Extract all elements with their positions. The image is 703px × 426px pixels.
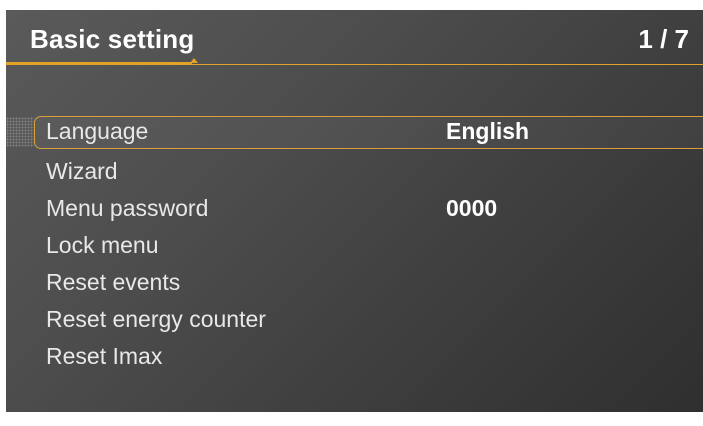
menu-item-label: Reset events	[46, 269, 181, 295]
menu-item-wizard[interactable]: Wizard	[6, 153, 703, 190]
menu-item-label: Reset Imax	[46, 343, 163, 369]
header: Basic setting 1 / 7	[6, 10, 703, 64]
settings-menu: Language English Wizard Menu password 00…	[6, 116, 703, 375]
menu-item-menu-password[interactable]: Menu password 0000	[6, 190, 703, 227]
menu-item-value: 0000	[446, 195, 498, 221]
selection-marker	[6, 117, 34, 147]
menu-item-reset-imax[interactable]: Reset Imax	[6, 338, 703, 375]
menu-item-reset-events[interactable]: Reset events	[6, 264, 703, 301]
menu-item-reset-energy-counter[interactable]: Reset energy counter	[6, 301, 703, 338]
title-underline	[6, 62, 192, 65]
menu-item-label: Lock menu	[46, 232, 159, 258]
menu-item-value: English	[446, 118, 530, 144]
page-title: Basic setting	[30, 24, 195, 54]
menu-item-label: Wizard	[46, 158, 118, 184]
menu-item-lock-menu[interactable]: Lock menu	[6, 227, 703, 264]
caret-up-icon	[190, 58, 198, 63]
menu-item-label: Menu password	[46, 195, 209, 221]
menu-item-language[interactable]: Language English	[6, 116, 703, 149]
page-indicator: 1 / 7	[638, 24, 689, 54]
menu-item-label: Language	[46, 118, 149, 144]
settings-screen: Basic setting 1 / 7 Language English Wiz…	[6, 10, 703, 412]
menu-item-label: Reset energy counter	[46, 306, 266, 332]
